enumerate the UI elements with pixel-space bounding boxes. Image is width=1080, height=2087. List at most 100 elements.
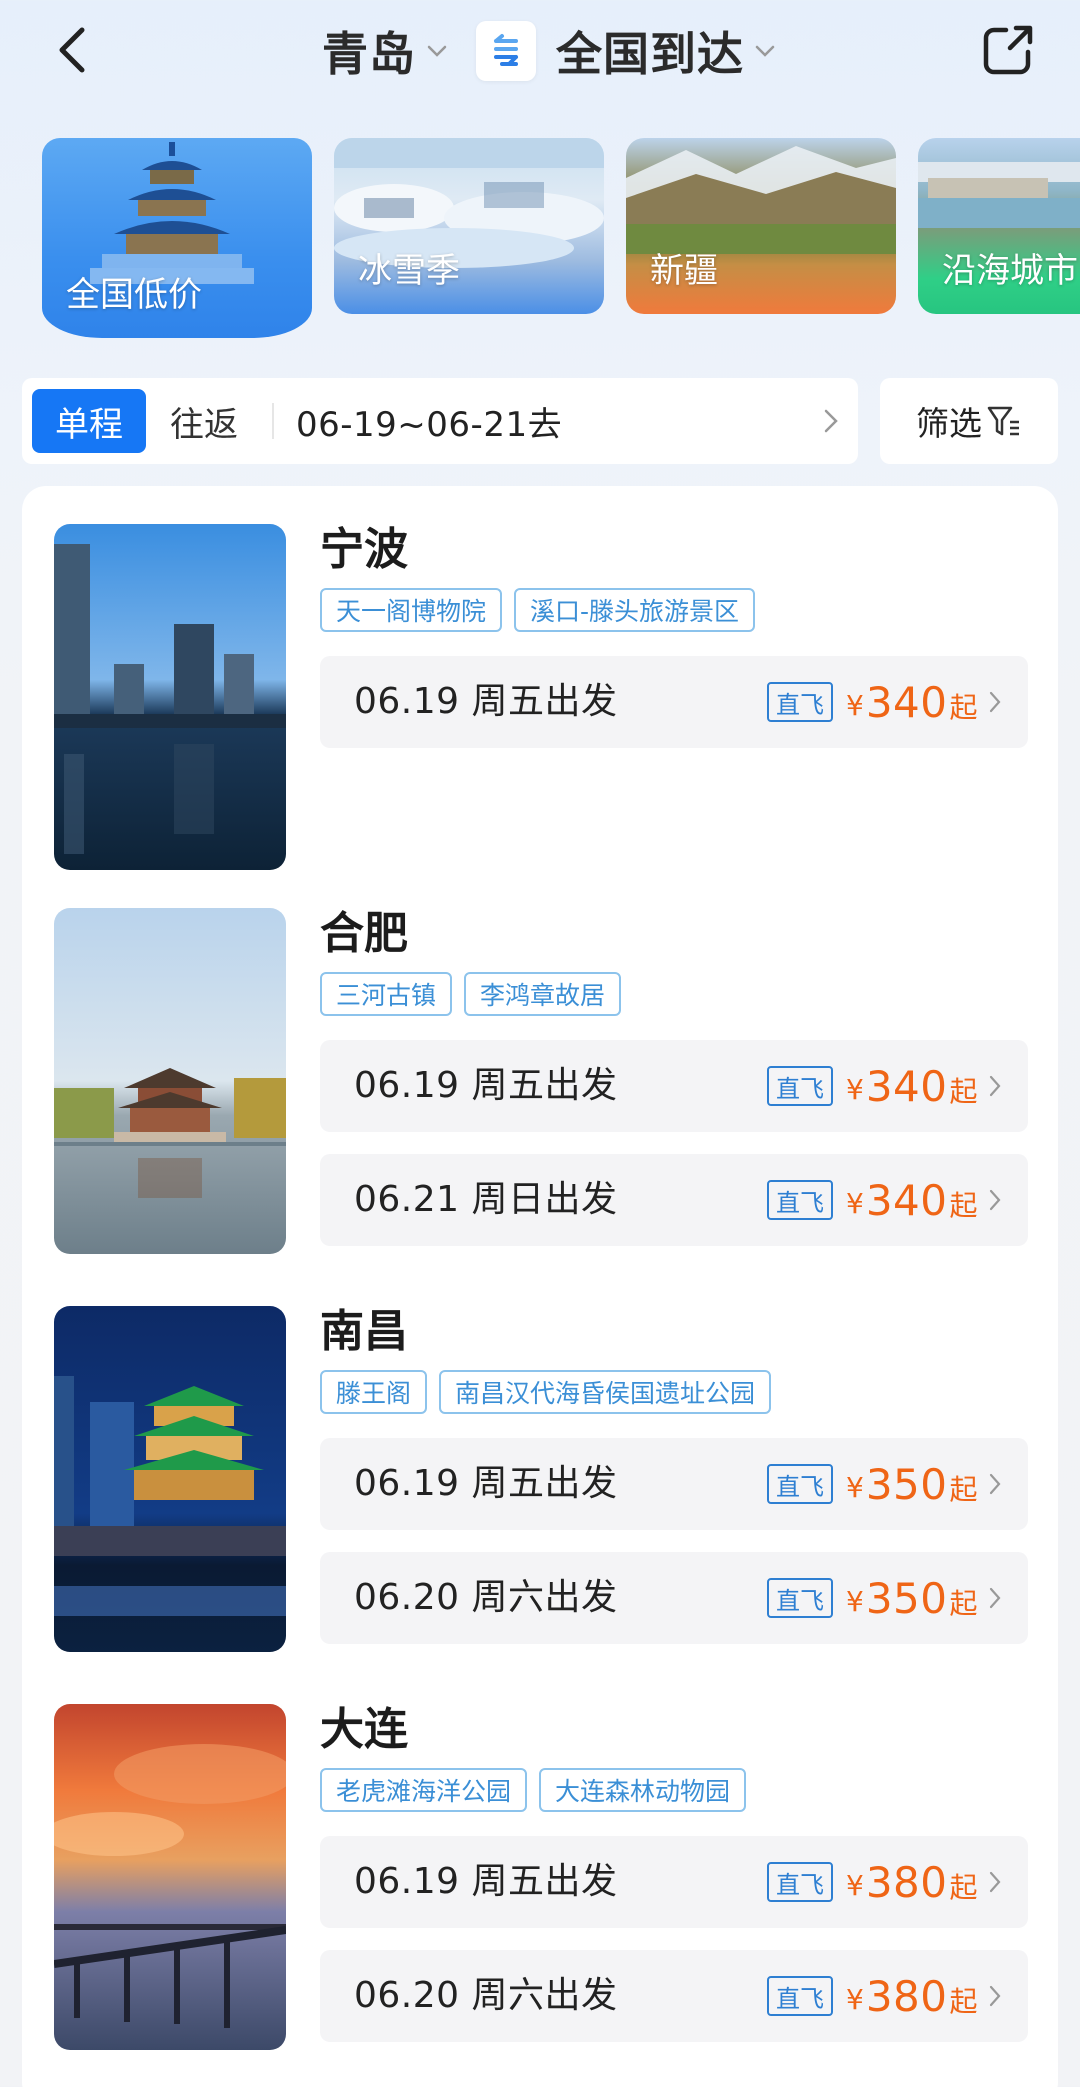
currency-symbol: ¥ xyxy=(846,1584,864,1618)
attraction-tags: 滕王阁 南昌汉代海昏侯国遗址公园 xyxy=(320,1370,772,1414)
destination-selector[interactable]: 全国到达 xyxy=(556,18,776,84)
chevron-right-icon xyxy=(989,691,1001,713)
destination-photo xyxy=(54,1704,286,2050)
direct-flight-badge: 直飞 xyxy=(767,1862,833,1902)
price-value: 340 xyxy=(865,1061,948,1111)
currency-symbol: ¥ xyxy=(846,1982,864,2016)
direct-flight-badge: 直飞 xyxy=(767,1464,833,1504)
filter-label: 筛选 xyxy=(916,404,982,443)
price-suffix: 起 xyxy=(949,1473,978,1506)
attraction-tag[interactable]: 天一阁博物院 xyxy=(320,588,503,632)
attraction-tag[interactable]: 老虎滩海洋公园 xyxy=(320,1768,528,1812)
price-value: 380 xyxy=(865,1857,948,1907)
caret-down-icon xyxy=(427,45,447,57)
chevron-right-icon xyxy=(989,1075,1001,1097)
price-suffix: 起 xyxy=(949,1871,978,1904)
category-card-ice-snow-season[interactable]: 冰雪季 xyxy=(334,138,604,314)
price-value: 380 xyxy=(865,1971,948,2021)
price-value: 340 xyxy=(865,677,948,727)
chevron-right-icon xyxy=(989,1871,1001,1893)
chevron-right-icon xyxy=(989,1587,1001,1609)
ningbo-skyline-image xyxy=(54,524,286,870)
destination-name: 大连 xyxy=(320,1704,408,1755)
direct-flight-badge: 直飞 xyxy=(767,1578,833,1618)
flight-option[interactable]: 06.19 周五出发 直飞 ¥ 340 起 xyxy=(320,656,1028,748)
departure-date: 06.20 周六出发 xyxy=(354,1975,618,2016)
tab-one-way[interactable]: 单程 xyxy=(32,389,146,453)
top-bar: 青岛 全国到达 xyxy=(0,0,1080,110)
price-value: 350 xyxy=(865,1459,948,1509)
attraction-tag[interactable]: 大连森林动物园 xyxy=(539,1768,747,1812)
attraction-tags: 天一阁博物院 溪口-滕头旅游景区 xyxy=(320,588,756,632)
category-card-national-low-price[interactable]: 全国低价 xyxy=(42,138,312,338)
price-suffix: 起 xyxy=(949,1587,978,1620)
flight-option[interactable]: 06.19 周五出发 直飞 ¥ 340 起 xyxy=(320,1040,1028,1132)
currency-symbol: ¥ xyxy=(846,1470,864,1504)
direct-flight-badge: 直飞 xyxy=(767,1976,833,2016)
dalian-sunset-bridge-image xyxy=(54,1704,286,2050)
flight-option[interactable]: 06.20 周六出发 直飞 ¥ 350 起 xyxy=(320,1552,1028,1644)
departure-date: 06.20 周六出发 xyxy=(354,1577,618,1618)
currency-symbol: ¥ xyxy=(846,688,864,722)
price: ¥ 340 起 xyxy=(846,1040,978,1132)
flight-option[interactable]: 06.21 周日出发 直飞 ¥ 340 起 xyxy=(320,1154,1028,1246)
flight-option[interactable]: 06.20 周六出发 直飞 ¥ 380 起 xyxy=(320,1950,1028,2042)
destination-list: 宁波 天一阁博物院 溪口-滕头旅游景区 06.19 周五出发 直飞 ¥ 340 … xyxy=(22,486,1058,2087)
price: ¥ 340 起 xyxy=(846,1154,978,1246)
filter-icon xyxy=(987,406,1019,436)
price-suffix: 起 xyxy=(949,1189,978,1222)
origin-city: 青岛 xyxy=(322,27,416,81)
attraction-tag[interactable]: 溪口-滕头旅游景区 xyxy=(514,588,756,632)
destination-photo xyxy=(54,908,286,1254)
flight-option[interactable]: 06.19 周五出发 直飞 ¥ 350 起 xyxy=(320,1438,1028,1530)
category-carousel: 全国低价 冰雪季 新疆 沿海城市 xyxy=(42,138,1080,348)
category-label: 新疆 xyxy=(650,251,718,291)
chevron-right-icon xyxy=(989,1985,1001,2007)
category-card-coastal-cities[interactable]: 沿海城市 xyxy=(918,138,1080,314)
destination-name: 宁波 xyxy=(320,524,408,575)
departure-date: 06.21 周日出发 xyxy=(354,1179,618,1220)
price-suffix: 起 xyxy=(949,1985,978,2018)
departure-date: 06.19 周五出发 xyxy=(354,1861,618,1902)
price: ¥ 340 起 xyxy=(846,656,978,748)
category-card-xinjiang[interactable]: 新疆 xyxy=(626,138,896,314)
price: ¥ 350 起 xyxy=(846,1438,978,1530)
price-value: 340 xyxy=(865,1175,948,1225)
destination-photo xyxy=(54,524,286,870)
trip-type-bar: 单程 往返 06-19~06-21去 xyxy=(22,378,858,464)
filter-button[interactable]: 筛选 xyxy=(880,378,1058,464)
direct-flight-badge: 直飞 xyxy=(767,682,833,722)
departure-date: 06.19 周五出发 xyxy=(354,1463,618,1504)
back-button[interactable] xyxy=(44,22,100,78)
origin-city-selector[interactable]: 青岛 xyxy=(322,18,448,84)
chevron-right-icon xyxy=(989,1189,1001,1211)
departure-date: 06.19 周五出发 xyxy=(354,681,618,722)
destination-scope: 全国到达 xyxy=(556,27,744,81)
direct-flight-badge: 直飞 xyxy=(767,1180,833,1220)
attraction-tags: 三河古镇 李鸿章故居 xyxy=(320,972,622,1016)
date-range-selector[interactable]: 06-19~06-21去 xyxy=(296,397,822,446)
nanchang-tengwang-pavilion-image xyxy=(54,1306,286,1652)
category-label: 沿海城市 xyxy=(942,251,1078,291)
swap-button[interactable] xyxy=(476,21,536,81)
share-icon xyxy=(983,25,1033,75)
price-suffix: 起 xyxy=(949,1075,978,1108)
attraction-tags: 老虎滩海洋公园 大连森林动物园 xyxy=(320,1768,747,1812)
share-button[interactable] xyxy=(980,22,1036,78)
category-label: 冰雪季 xyxy=(358,251,460,291)
back-arrow-icon xyxy=(59,27,85,73)
flight-option[interactable]: 06.19 周五出发 直飞 ¥ 380 起 xyxy=(320,1836,1028,1928)
tab-round-trip[interactable]: 往返 xyxy=(146,389,262,453)
attraction-tag[interactable]: 李鸿章故居 xyxy=(464,972,622,1016)
price: ¥ 380 起 xyxy=(846,1836,978,1928)
caret-down-icon xyxy=(755,45,775,57)
currency-symbol: ¥ xyxy=(846,1868,864,1902)
attraction-tag[interactable]: 三河古镇 xyxy=(320,972,453,1016)
currency-symbol: ¥ xyxy=(846,1072,864,1106)
swap-icon xyxy=(494,34,518,66)
route-selector: 青岛 全国到达 xyxy=(322,16,776,86)
attraction-tag[interactable]: 滕王阁 xyxy=(320,1370,428,1414)
destination-photo xyxy=(54,1306,286,1652)
price-suffix: 起 xyxy=(949,691,978,724)
attraction-tag[interactable]: 南昌汉代海昏侯国遗址公园 xyxy=(439,1370,772,1414)
